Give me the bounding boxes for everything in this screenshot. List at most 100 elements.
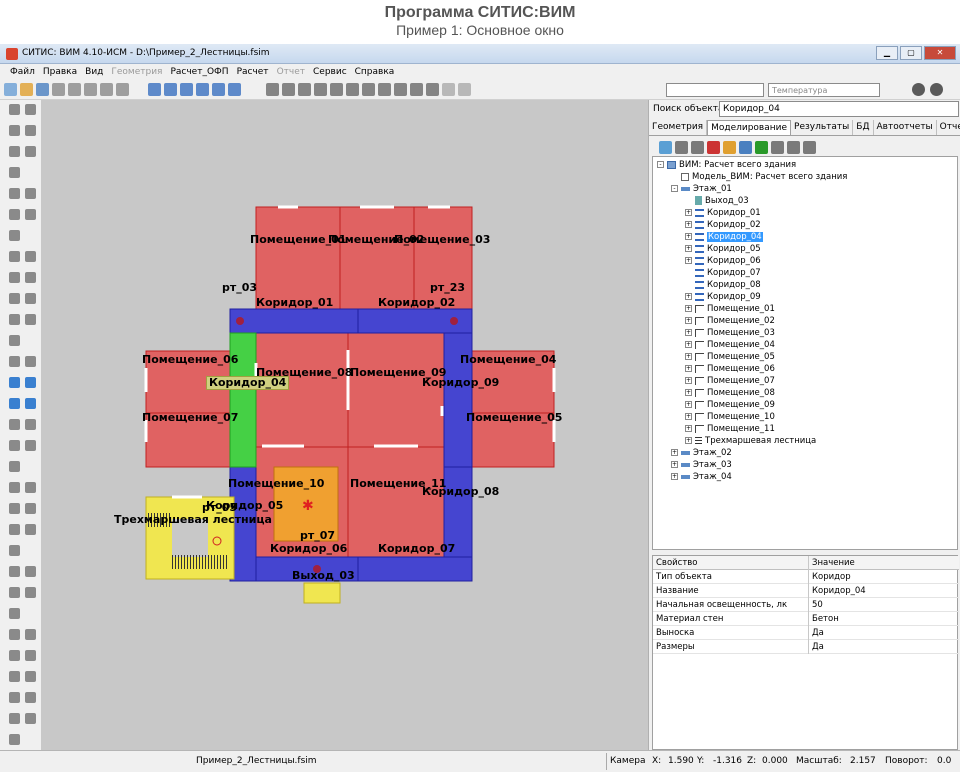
tree-expand-icon[interactable]: + xyxy=(685,233,692,240)
left-tool-icon[interactable] xyxy=(9,671,20,682)
left-tool-icon[interactable] xyxy=(9,335,20,346)
toolbar-tool-icon[interactable] xyxy=(346,83,359,96)
tree-expand-icon[interactable]: + xyxy=(671,473,678,480)
tree-tool-icon[interactable] xyxy=(723,141,736,154)
tab[interactable]: Отчеть xyxy=(937,120,960,135)
tree-expand-icon[interactable]: - xyxy=(671,185,678,192)
room-11[interactable] xyxy=(347,446,445,558)
left-tool-icon[interactable] xyxy=(25,146,36,157)
prop-value[interactable]: Да xyxy=(812,642,824,652)
object-tree[interactable]: - ВИМ: Расчет всего здания Модель_ВИМ: Рас… xyxy=(652,156,958,550)
left-tool-icon[interactable] xyxy=(25,482,36,493)
left-tool-icon[interactable] xyxy=(25,419,36,430)
left-tool-icon[interactable] xyxy=(9,419,20,430)
tree-node[interactable]: - Этаж_01 xyxy=(671,183,732,195)
prop-value[interactable]: 50 xyxy=(812,600,823,610)
menu-item[interactable]: Вид xyxy=(81,64,107,80)
tree-expand-icon[interactable]: + xyxy=(685,257,692,264)
left-tool-icon[interactable] xyxy=(9,503,20,514)
toolbar-tool-icon[interactable] xyxy=(20,83,33,96)
tree-node[interactable]: + Помещение_03 xyxy=(685,327,775,339)
toolbar-tool-icon[interactable] xyxy=(362,83,375,96)
prop-row[interactable]: Материал стен Бетон xyxy=(653,612,959,626)
tree-expand-icon[interactable]: + xyxy=(685,389,692,396)
tree-node[interactable]: + Этаж_03 xyxy=(671,459,732,471)
tree-node[interactable]: + Помещение_11 xyxy=(685,423,775,435)
toolbar-tool-icon[interactable] xyxy=(330,83,343,96)
toolbar-tool-icon[interactable] xyxy=(164,83,177,96)
left-tool-icon[interactable] xyxy=(25,524,36,535)
left-tool-icon[interactable] xyxy=(25,440,36,451)
tab[interactable]: БД xyxy=(853,120,874,135)
left-tool-icon[interactable] xyxy=(9,734,20,745)
tree-tool-icon[interactable] xyxy=(675,141,688,154)
tree-expand-icon[interactable]: + xyxy=(671,449,678,456)
tree-node[interactable]: + Коридор_09 xyxy=(685,291,761,303)
exit-03[interactable] xyxy=(303,582,341,604)
left-tool-icon[interactable] xyxy=(9,461,20,472)
tree-tool-icon[interactable] xyxy=(755,141,768,154)
prop-row[interactable]: Тип объекта Коридор xyxy=(653,570,959,584)
tree-expand-icon[interactable]: + xyxy=(685,425,692,432)
toolbar-tool-icon[interactable] xyxy=(442,83,455,96)
prop-value[interactable]: Коридор_04 xyxy=(812,586,866,596)
prop-row[interactable]: Название Коридор_04 xyxy=(653,584,959,598)
menu-item[interactable]: Правка xyxy=(39,64,81,80)
toolbar-tool-icon[interactable] xyxy=(282,83,295,96)
left-tool-icon[interactable] xyxy=(9,272,20,283)
left-tool-icon[interactable] xyxy=(25,272,36,283)
toolbar-tool-icon[interactable] xyxy=(314,83,327,96)
tree-tool-icon[interactable] xyxy=(739,141,752,154)
tree-node[interactable]: + Помещение_09 xyxy=(685,399,775,411)
prop-value[interactable]: Коридор xyxy=(812,572,851,582)
left-tool-icon[interactable] xyxy=(25,293,36,304)
toolbar-tool-icon[interactable] xyxy=(52,83,65,96)
left-tool-icon[interactable] xyxy=(25,650,36,661)
tree-tool-icon[interactable] xyxy=(771,141,784,154)
toolbar-tool-icon[interactable] xyxy=(266,83,279,96)
toolbar-tool-icon[interactable] xyxy=(100,83,113,96)
left-tool-icon[interactable] xyxy=(9,545,20,556)
tree-expand-icon[interactable]: + xyxy=(685,245,692,252)
tree-expand-icon[interactable]: + xyxy=(685,221,692,228)
tree-node[interactable]: + Помещение_04 xyxy=(685,339,775,351)
tree-node[interactable]: + Этаж_02 xyxy=(671,447,732,459)
left-tool-icon[interactable] xyxy=(25,566,36,577)
tab[interactable]: Автоотчеты xyxy=(874,120,937,135)
tree-tool-icon[interactable] xyxy=(707,141,720,154)
prop-row[interactable]: Начальная освещенность, лк 50 xyxy=(653,598,959,612)
left-tool-icon[interactable] xyxy=(25,398,36,409)
left-tool-icon[interactable] xyxy=(25,377,36,388)
tree-tool-icon[interactable] xyxy=(803,141,816,154)
left-tool-icon[interactable] xyxy=(9,629,20,640)
menu-item[interactable]: Файл xyxy=(6,64,39,80)
tab[interactable]: Моделирование xyxy=(707,120,792,135)
left-tool-icon[interactable] xyxy=(9,314,20,325)
tree-expand-icon[interactable]: + xyxy=(685,293,692,300)
tree-node[interactable]: + Помещение_10 xyxy=(685,411,775,423)
corridor-07[interactable] xyxy=(357,556,473,582)
toolbar-tool-icon[interactable] xyxy=(4,83,17,96)
tree-expand-icon[interactable]: + xyxy=(685,209,692,216)
toolbar-tool-icon[interactable] xyxy=(410,83,423,96)
menu-item[interactable]: Отчет xyxy=(273,64,309,80)
tree-node[interactable]: + Помещение_05 xyxy=(685,351,775,363)
tree-expand-icon[interactable]: + xyxy=(685,413,692,420)
tree-node[interactable]: + Помещение_08 xyxy=(685,387,775,399)
tab[interactable]: Геометрия xyxy=(649,120,708,135)
left-tool-icon[interactable] xyxy=(25,104,36,115)
toolbar-tool-icon[interactable] xyxy=(148,83,161,96)
toolbar-tool-icon[interactable] xyxy=(298,83,311,96)
param-select[interactable]: Температура xyxy=(768,83,880,97)
left-tool-icon[interactable] xyxy=(9,692,20,703)
prop-value[interactable]: Да xyxy=(812,628,824,638)
room-09[interactable] xyxy=(347,332,445,448)
toolbar-tool-icon[interactable] xyxy=(180,83,193,96)
prop-value[interactable]: Бетон xyxy=(812,614,839,624)
tree-node[interactable]: Модель_ВИМ: Расчет всего здания xyxy=(671,171,847,183)
tree-node[interactable]: + Коридор_05 xyxy=(685,243,761,255)
tree-expand-icon[interactable]: + xyxy=(685,305,692,312)
tree-node[interactable]: - ВИМ: Расчет всего здания xyxy=(657,159,796,171)
tree-node[interactable]: + Помещение_02 xyxy=(685,315,775,327)
toolbar-tool-icon[interactable] xyxy=(394,83,407,96)
